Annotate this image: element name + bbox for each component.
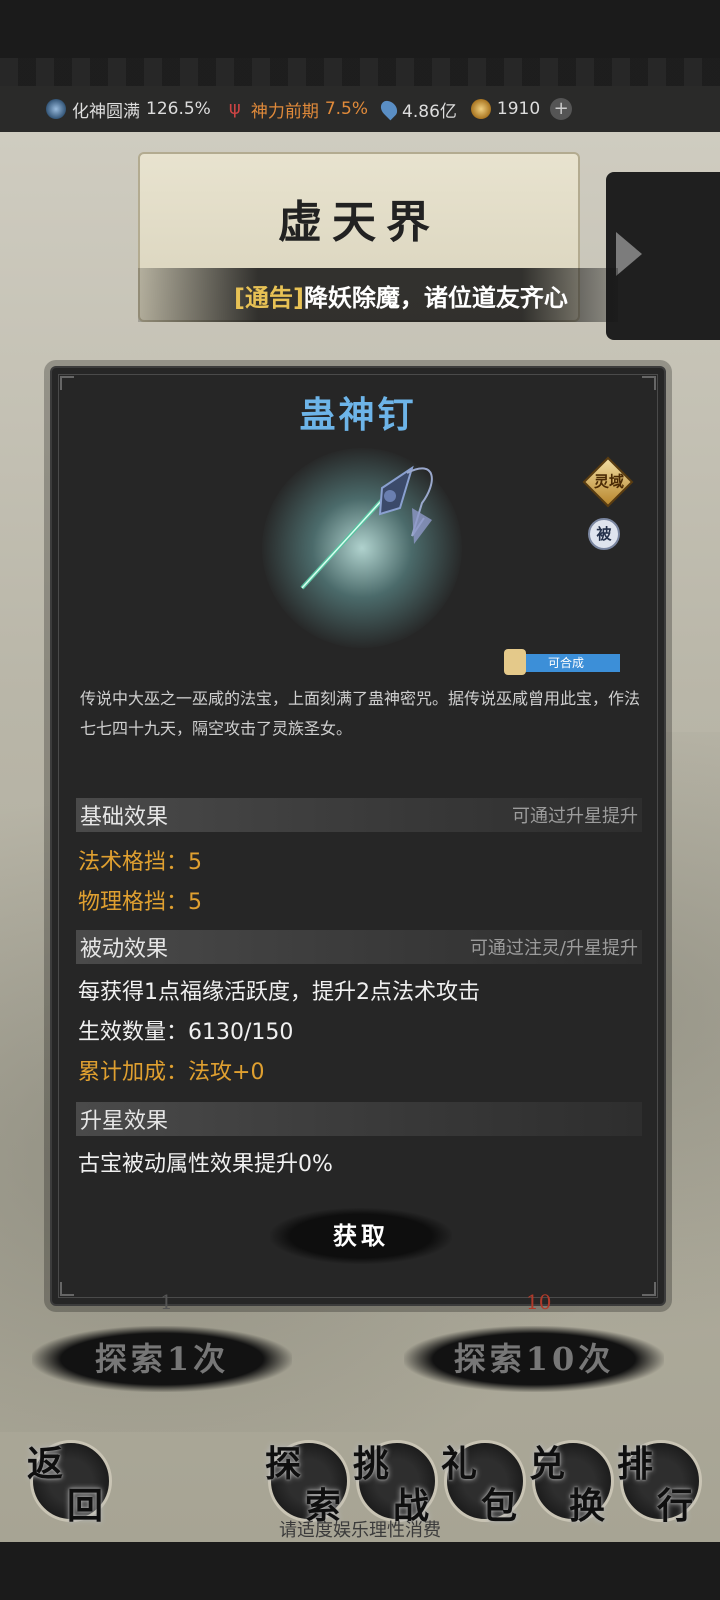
- effect-count-label: 生效数量：: [78, 1020, 189, 1045]
- challenge-label-1: 挑: [353, 1443, 390, 1485]
- notice-tag: [通告]: [234, 283, 304, 312]
- puzzle-piece-icon: [504, 649, 526, 675]
- realm-title: 虚天界: [278, 197, 440, 248]
- explore-1-cost: 1: [160, 1290, 173, 1314]
- explore-10-cost: 10: [526, 1290, 552, 1314]
- effect-count: 生效数量：6130/150: [78, 1014, 293, 1046]
- trident-icon: ψ: [228, 98, 241, 119]
- craftable-label: 可合成: [548, 656, 585, 670]
- frame-corner: [60, 1282, 74, 1296]
- jade-counter[interactable]: 1910: [470, 99, 541, 119]
- notice-text: 降妖除魔，诸位道友齐心: [303, 283, 568, 312]
- spirit-stone-counter[interactable]: 4.86亿: [377, 97, 457, 122]
- rank-label-1: 排: [617, 1443, 654, 1485]
- divine-percent: 7.5%: [324, 99, 369, 119]
- nav-rank-button[interactable]: 排行: [617, 1440, 702, 1527]
- footer-note: 请适度娱乐理性消费: [279, 1520, 441, 1541]
- explore-label-1: 探: [265, 1443, 302, 1485]
- add-jade-button[interactable]: +: [550, 98, 573, 120]
- accumulated-bonus-value: 法攻+0: [188, 1060, 265, 1085]
- divine-status[interactable]: ψ 神力前期 7.5%: [225, 97, 368, 122]
- basic-effect-header: 基础效果 可通过升星提升: [76, 798, 642, 832]
- cultivation-icon: [46, 99, 66, 119]
- jade-value: 1910: [496, 99, 541, 119]
- passive-effect-title: 被动效果: [80, 937, 169, 962]
- get-button[interactable]: 获取: [270, 1208, 452, 1264]
- wave-pattern: [0, 58, 720, 88]
- cultivation-status[interactable]: 化神圆满 126.5%: [46, 97, 211, 122]
- craftable-tag[interactable]: 可合成: [504, 649, 620, 675]
- status-bar: 化神圆满 126.5% ψ 神力前期 7.5% 4.86亿 1910 +: [0, 86, 720, 132]
- back-button[interactable]: 返回: [27, 1440, 112, 1527]
- explore-once-button[interactable]: 探索1次: [32, 1326, 292, 1392]
- explore-ten-button[interactable]: 探索10次: [404, 1326, 664, 1392]
- gift-label-1: 礼: [441, 1443, 478, 1485]
- accumulated-bonus-label: 累计加成：: [78, 1060, 189, 1085]
- exchange-label-1: 兑: [529, 1443, 566, 1485]
- domain-badge-label: 灵域: [594, 472, 625, 491]
- frame-corner: [642, 1282, 656, 1296]
- nav-exchange-button[interactable]: 兑换: [529, 1440, 614, 1527]
- passive-effect-line: 每获得1点福缘活跃度，提升2点法术攻击: [78, 980, 480, 1005]
- star-effect-title: 升星效果: [80, 1109, 169, 1134]
- spirit-stone-value: 4.86亿: [402, 101, 457, 122]
- item-description: 传说中大巫之一巫咸的法宝，上面刻满了蛊神密咒。据传说巫咸曾用此宝，作法七七四十九…: [80, 689, 641, 738]
- nav-challenge-button[interactable]: 挑战: [353, 1440, 438, 1527]
- cultivation-label: 化神圆满: [72, 101, 140, 122]
- passive-effect-hint: 可通过注灵/升星提升: [469, 938, 638, 959]
- star-effect-header: 升星效果: [76, 1102, 642, 1136]
- nav-explore-button[interactable]: 探索: [265, 1440, 350, 1527]
- passive-effect-header: 被动效果 可通过注灵/升星提升: [76, 930, 642, 964]
- effect-count-value: 6130/150: [188, 1020, 294, 1045]
- item-artwork: [262, 448, 462, 648]
- nav-gift-button[interactable]: 礼包: [441, 1440, 526, 1527]
- bottom-band: [0, 1542, 720, 1600]
- top-band: [0, 0, 720, 88]
- item-name: 蛊神钉: [299, 395, 417, 436]
- back-label-1: 返: [27, 1443, 64, 1485]
- magic-block-stat: 法术格挡：5: [78, 850, 202, 875]
- nail-weapon-icon: [300, 465, 433, 590]
- notice-bar: [通告] 降妖除魔，诸位道友齐心: [138, 268, 618, 322]
- item-detail-modal: 蛊神钉 灵域 被 可合成 传说中大巫之一巫咸的法宝，上面刻满了蛊神密咒。据传说巫…: [50, 366, 666, 1306]
- next-realm-arrow-icon[interactable]: [606, 172, 720, 340]
- accumulated-bonus: 累计加成：法攻+0: [78, 1054, 264, 1086]
- basic-effect-hint: 可通过升星提升: [512, 806, 638, 827]
- divine-label: 神力前期: [250, 101, 319, 122]
- spirit-drop-icon: [377, 97, 401, 121]
- basic-effect-title: 基础效果: [80, 805, 169, 830]
- cultivation-percent: 126.5%: [146, 99, 211, 119]
- jade-coin-icon: [470, 99, 491, 119]
- passive-badge[interactable]: 被: [588, 518, 620, 550]
- physical-block-stat: 物理格挡：5: [78, 890, 202, 915]
- star-effect-line: 古宝被动属性效果提升0%: [78, 1152, 333, 1177]
